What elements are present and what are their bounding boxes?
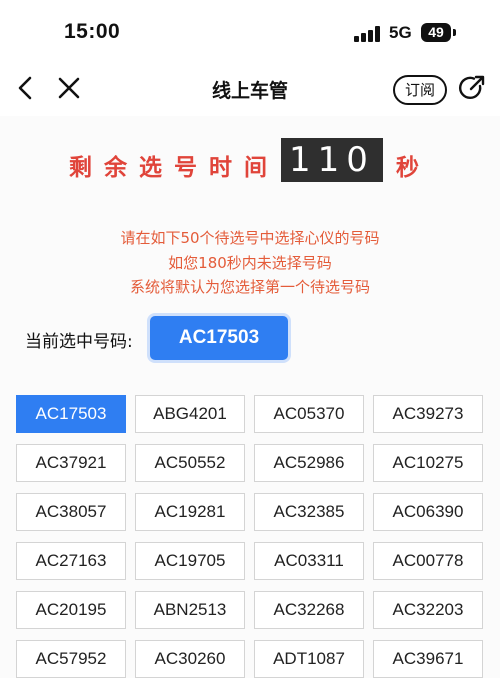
plate-option[interactable]: AC39273 xyxy=(373,395,483,433)
battery-icon: 49 xyxy=(421,23,451,42)
subscribe-button[interactable]: 订阅 xyxy=(393,75,447,105)
countdown-label: 剩余选号时间 xyxy=(69,155,279,181)
plate-option[interactable]: AC19705 xyxy=(135,542,245,580)
battery-tip xyxy=(453,29,456,36)
plate-option[interactable]: AC37921 xyxy=(16,444,126,482)
share-button[interactable] xyxy=(456,72,488,104)
plate-option[interactable]: AC10275 xyxy=(373,444,483,482)
countdown-seconds: 110 xyxy=(289,140,375,180)
plate-option[interactable]: AC03311 xyxy=(254,542,364,580)
notice-line: 如您180秒内未选择号码 xyxy=(168,253,332,272)
plate-option[interactable]: AC20195 xyxy=(16,591,126,629)
plate-option[interactable]: AC39671 xyxy=(373,640,483,678)
plate-option[interactable]: AC32203 xyxy=(373,591,483,629)
plate-option[interactable]: AC27163 xyxy=(16,542,126,580)
plate-option[interactable]: AC17503 xyxy=(16,395,126,433)
network-type: 5G xyxy=(389,23,412,42)
plate-option[interactable]: AC38057 xyxy=(16,493,126,531)
current-plate-value: AC17503 xyxy=(150,316,288,360)
plate-option[interactable]: ABN2513 xyxy=(135,591,245,629)
plate-option[interactable]: ADT1087 xyxy=(254,640,364,678)
notice-text: 请在如下50个待选号中选择心仪的号码 如您180秒内未选择号码 系统将默认为您选… xyxy=(0,226,500,300)
status-time: 15:00 xyxy=(64,20,121,43)
plate-option[interactable]: AC05370 xyxy=(254,395,364,433)
plate-option[interactable]: AC06390 xyxy=(373,493,483,531)
plate-option[interactable]: AC57952 xyxy=(16,640,126,678)
notice-line: 请在如下50个待选号中选择心仪的号码 xyxy=(120,229,380,247)
plate-option[interactable]: AC32268 xyxy=(254,591,364,629)
plate-option[interactable]: AC52986 xyxy=(254,444,364,482)
countdown-unit: 秒 xyxy=(396,155,419,181)
share-icon xyxy=(458,75,485,100)
status-bar: 15:00 5G 49 xyxy=(0,0,500,62)
plate-option[interactable]: AC00778 xyxy=(373,542,483,580)
current-plate-label: 当前选中号码: xyxy=(25,332,133,352)
plate-option[interactable]: AC19281 xyxy=(135,493,245,531)
countdown-timer-box: 110 xyxy=(281,138,383,182)
plate-option[interactable]: AC32385 xyxy=(254,493,364,531)
nav-bar: 线上车管 订阅 xyxy=(0,62,500,116)
cellular-signal-icon xyxy=(354,26,382,42)
plate-option[interactable]: ABG4201 xyxy=(135,395,245,433)
plate-option[interactable]: AC30260 xyxy=(135,640,245,678)
countdown: 剩余选号时间 110 秒 xyxy=(0,138,500,186)
notice-line: 系统将默认为您选择第一个待选号码 xyxy=(129,278,370,296)
plate-option[interactable]: AC50552 xyxy=(135,444,245,482)
